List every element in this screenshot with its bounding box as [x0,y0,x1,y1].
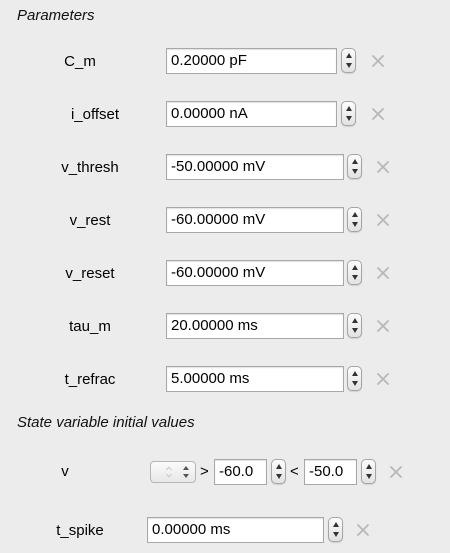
distribution-popup[interactable] [150,461,196,483]
stepper-t_spike[interactable] [328,517,343,542]
close-icon[interactable] [370,106,386,122]
stepper-v-high[interactable] [361,459,376,484]
stepper-down-icon[interactable] [348,272,361,283]
state-label-v: v [61,463,69,480]
stepper-i_offset[interactable] [341,101,356,126]
param-label-c_m: C_m [64,53,96,70]
param-field-i_offset[interactable]: 0.00000 nA [166,101,337,127]
stepper-down-icon[interactable] [342,60,355,71]
stepper-down-icon[interactable] [348,325,361,336]
close-icon[interactable] [355,522,371,538]
param-field-v_rest[interactable]: -60.00000 mV [166,207,344,233]
close-icon[interactable] [375,159,391,175]
param-label-t_refrac: t_refrac [64,371,116,388]
stepper-down-icon[interactable] [348,219,361,230]
close-icon[interactable] [375,318,391,334]
close-icon[interactable] [375,371,391,387]
stepper-down-icon[interactable] [272,471,285,482]
stepper-v_reset[interactable] [347,260,362,285]
param-label-v_thresh: v_thresh [61,159,119,176]
close-icon[interactable] [388,464,404,480]
stepper-c_m[interactable] [341,48,356,73]
v-high-field[interactable]: -50.0 [304,459,357,485]
param-label-i_offset: i_offset [70,106,120,123]
param-label-tau_m: tau_m [69,318,111,335]
close-icon[interactable] [370,53,386,69]
param-field-c_m[interactable]: 0.20000 pF [166,48,337,74]
param-label-v_reset: v_reset [65,265,115,282]
param-field-v_reset[interactable]: -60.00000 mV [166,260,344,286]
stepper-v_thresh[interactable] [347,154,362,179]
stepper-down-icon[interactable] [348,378,361,389]
stepper-v-low[interactable] [271,459,286,484]
param-field-tau_m[interactable]: 20.00000 ms [166,313,344,339]
popup-arrows-icon [166,466,172,478]
close-icon[interactable] [375,212,391,228]
param-label-v_rest: v_rest [69,212,111,229]
parameters-heading: Parameters [17,7,95,24]
stepper-down-icon[interactable] [362,471,375,482]
param-field-t_refrac[interactable]: 5.00000 ms [166,366,344,392]
greater-than-label: > [200,463,209,480]
stepper-t_refrac[interactable] [347,366,362,391]
v-low-field[interactable]: -60.0 [214,459,267,485]
chevron-updown-icon [182,466,189,478]
close-icon[interactable] [375,265,391,281]
param-field-v_thresh[interactable]: -50.00000 mV [166,154,344,180]
stepper-down-icon[interactable] [342,113,355,124]
state-label-t_spike: t_spike [56,522,104,539]
stepper-v_rest[interactable] [347,207,362,232]
less-than-label: < [290,463,299,480]
stepper-down-icon[interactable] [348,166,361,177]
state-variables-heading: State variable initial values [17,414,195,431]
stepper-tau_m[interactable] [347,313,362,338]
stepper-down-icon[interactable] [329,529,342,540]
t-spike-field[interactable]: 0.00000 ms [147,517,324,543]
